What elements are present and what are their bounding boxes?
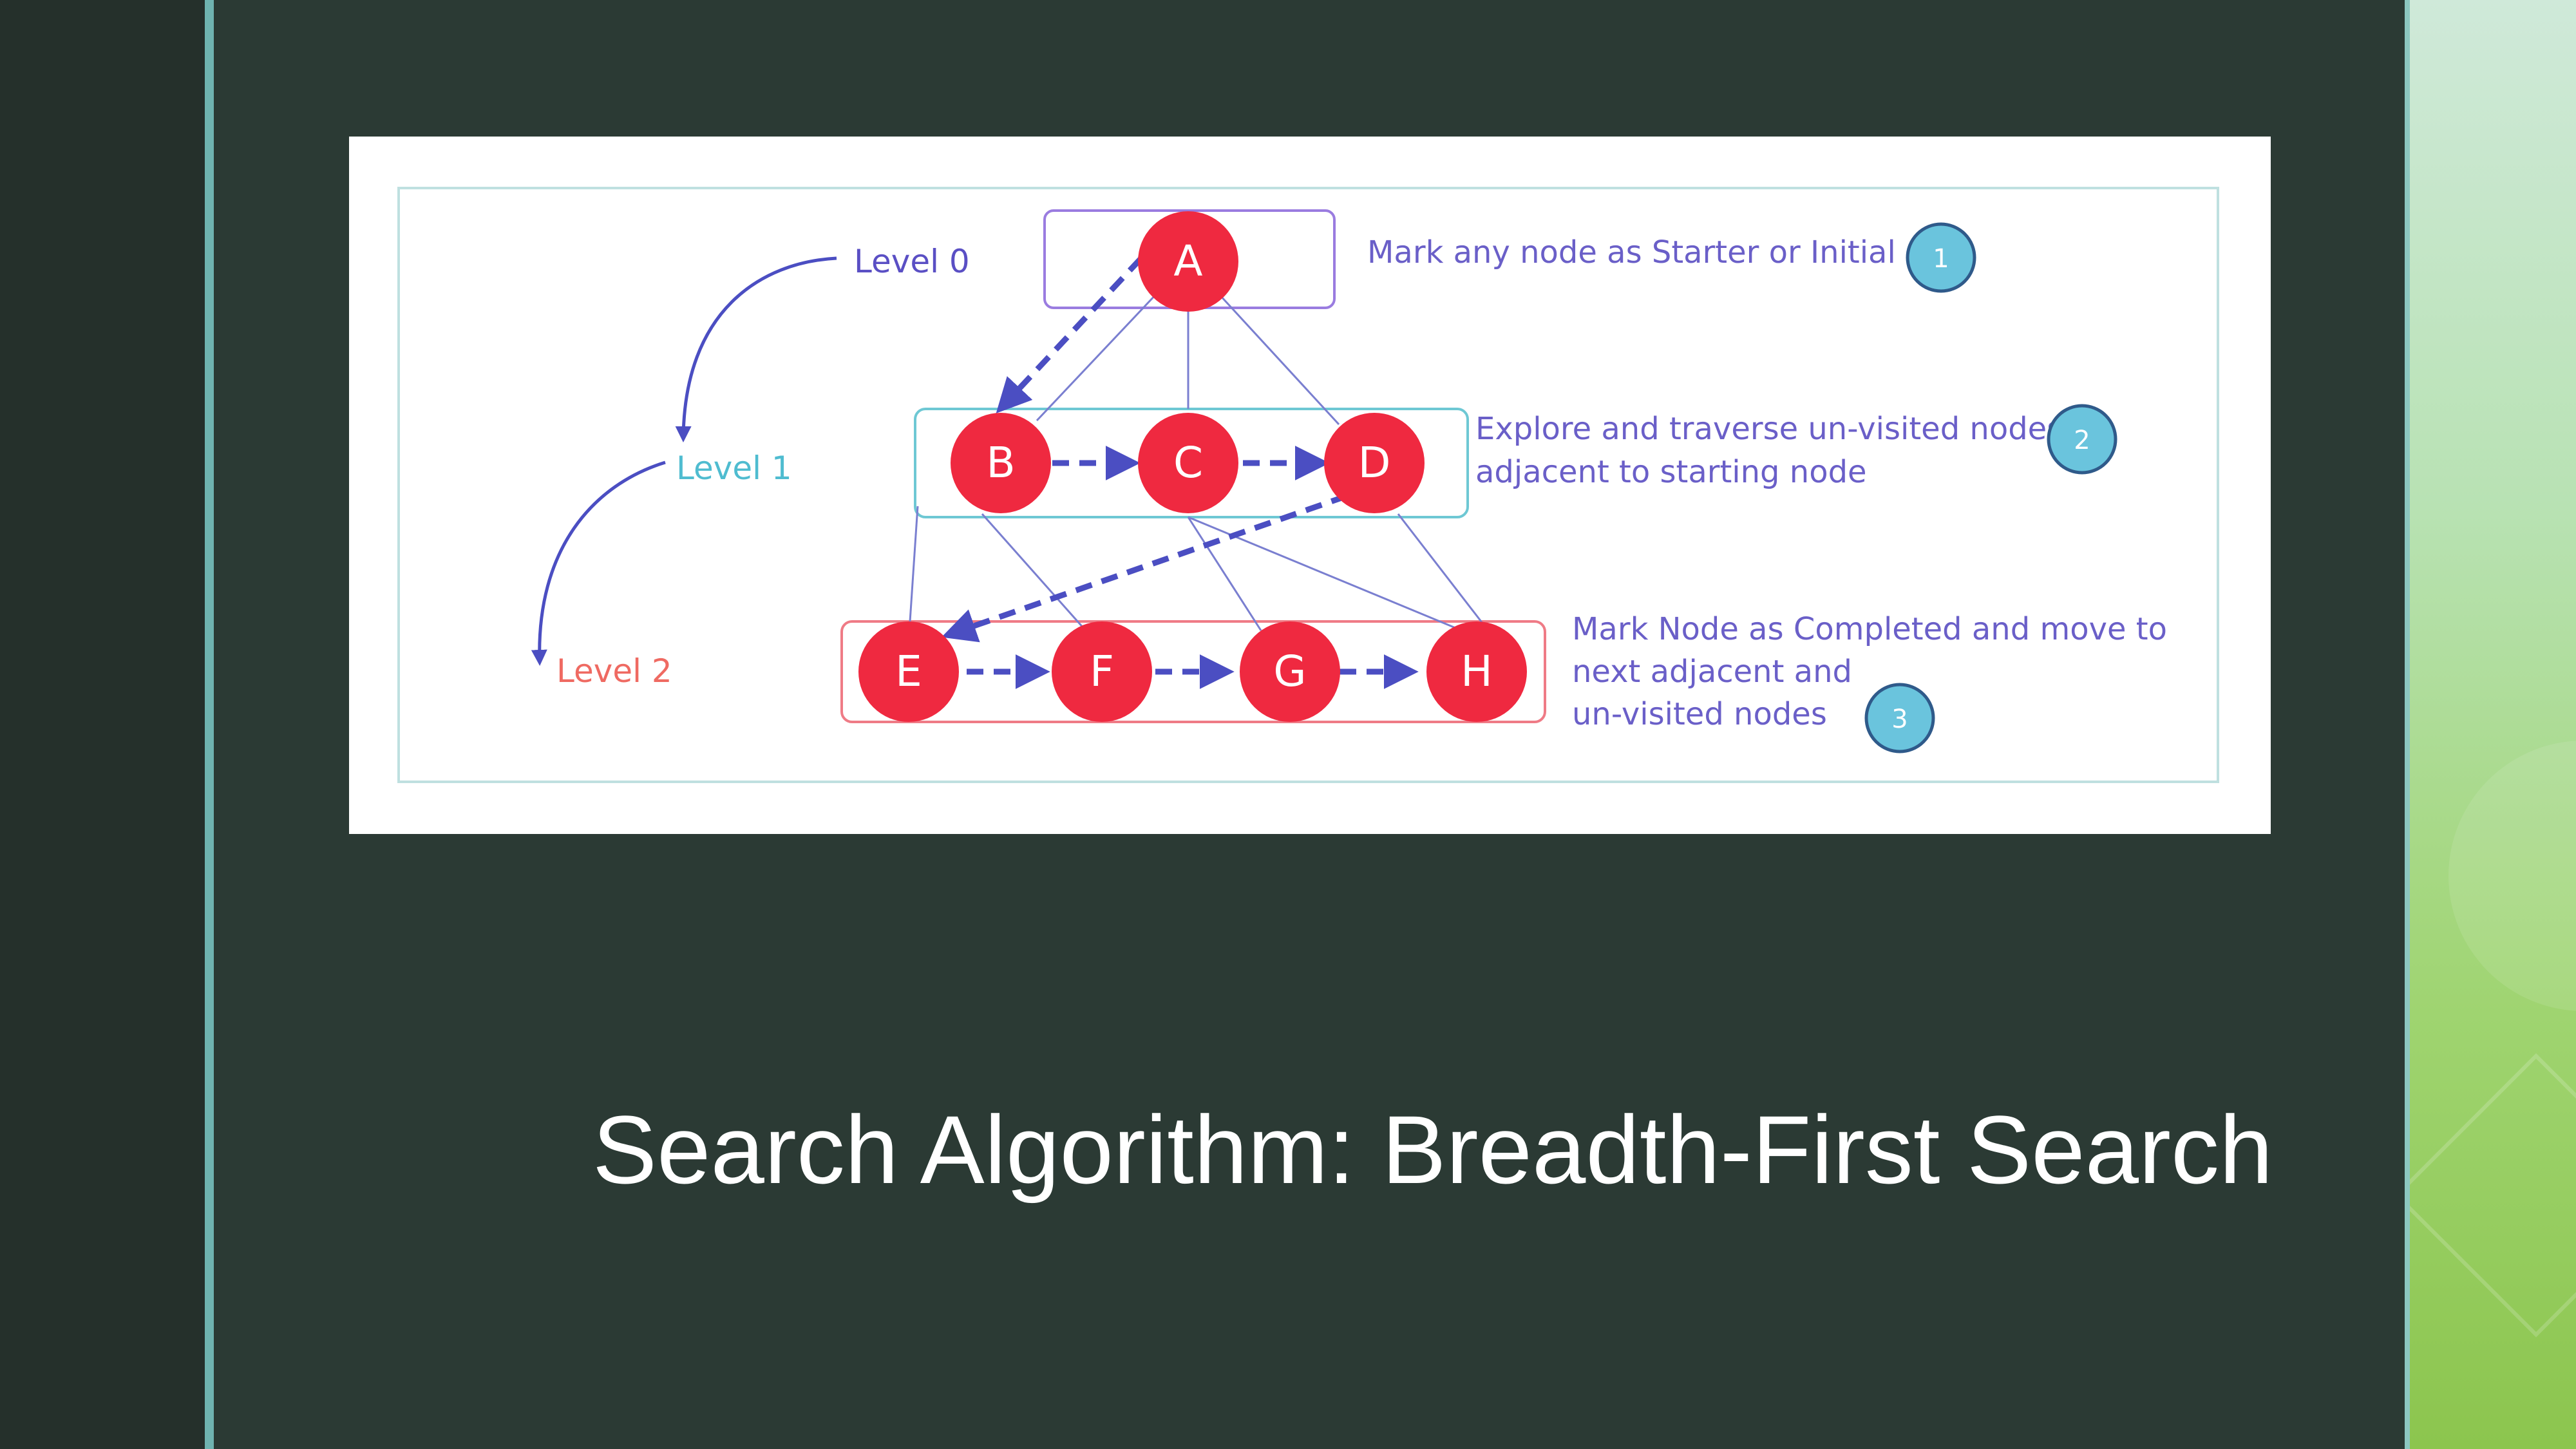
node-e: E <box>858 621 959 722</box>
svg-text:C: C <box>1173 438 1203 488</box>
node-c: C <box>1138 413 1238 513</box>
step3-text-line1: Mark Node as Completed and move to <box>1572 611 2167 647</box>
edge-d-h <box>1397 513 1484 625</box>
node-f: F <box>1052 621 1152 722</box>
step1-text: Mark any node as Starter or Initial <box>1367 234 1896 270</box>
svg-text:B: B <box>986 438 1015 488</box>
left-accent-rule <box>205 0 214 1449</box>
svg-text:2: 2 <box>2074 426 2090 455</box>
level1-to-level2-arrow <box>531 460 666 666</box>
node-b: B <box>951 413 1051 513</box>
step3-badge: 3 <box>1864 683 1935 753</box>
decorative-circle <box>2448 741 2576 1011</box>
edge-b-f <box>981 513 1086 630</box>
step3-text-line3: un-visited nodes <box>1572 696 1827 732</box>
left-band <box>0 0 205 1449</box>
step1-badge: 1 <box>1906 222 1976 293</box>
level1-label: Level 1 <box>676 450 792 487</box>
edge-c-g <box>1187 516 1262 631</box>
svg-text:A: A <box>1173 236 1202 286</box>
decorative-diamond <box>2410 1053 2576 1338</box>
edge-c-h <box>1188 516 1456 629</box>
node-d: D <box>1324 413 1425 513</box>
edge-b-e <box>909 506 919 622</box>
svg-text:F: F <box>1090 647 1114 696</box>
bfs-diagram-image: Level 0 Level 1 Level 2 A B C D E F G H … <box>349 137 2271 834</box>
step2-text-line1: Explore and traverse un-visited nodes <box>1475 411 2063 447</box>
edge-a-b <box>1036 292 1159 422</box>
node-g: G <box>1240 621 1340 722</box>
step2-text-line2: adjacent to starting node <box>1475 454 1867 490</box>
level2-label: Level 2 <box>556 652 672 690</box>
slide-title: Search Algorithm: Breadth-First Search <box>592 1095 2273 1204</box>
right-decorative-band <box>2410 0 2576 1449</box>
node-h: H <box>1426 621 1527 722</box>
level0-label: Level 0 <box>854 243 970 280</box>
edge-a-d <box>1218 294 1340 426</box>
svg-text:D: D <box>1358 438 1391 488</box>
node-a: A <box>1138 211 1238 312</box>
svg-text:H: H <box>1461 647 1493 696</box>
svg-text:3: 3 <box>1891 705 1908 734</box>
svg-text:G: G <box>1273 647 1306 696</box>
step2-badge: 2 <box>2047 404 2117 475</box>
bfs-diagram: Level 0 Level 1 Level 2 A B C D E F G H … <box>397 187 2219 783</box>
svg-text:1: 1 <box>1933 244 1949 274</box>
right-accent-rule <box>2405 0 2410 1449</box>
svg-text:E: E <box>895 647 922 696</box>
step3-text-line2: next adjacent and <box>1572 654 1852 690</box>
level0-to-level1-arrow <box>675 256 837 442</box>
